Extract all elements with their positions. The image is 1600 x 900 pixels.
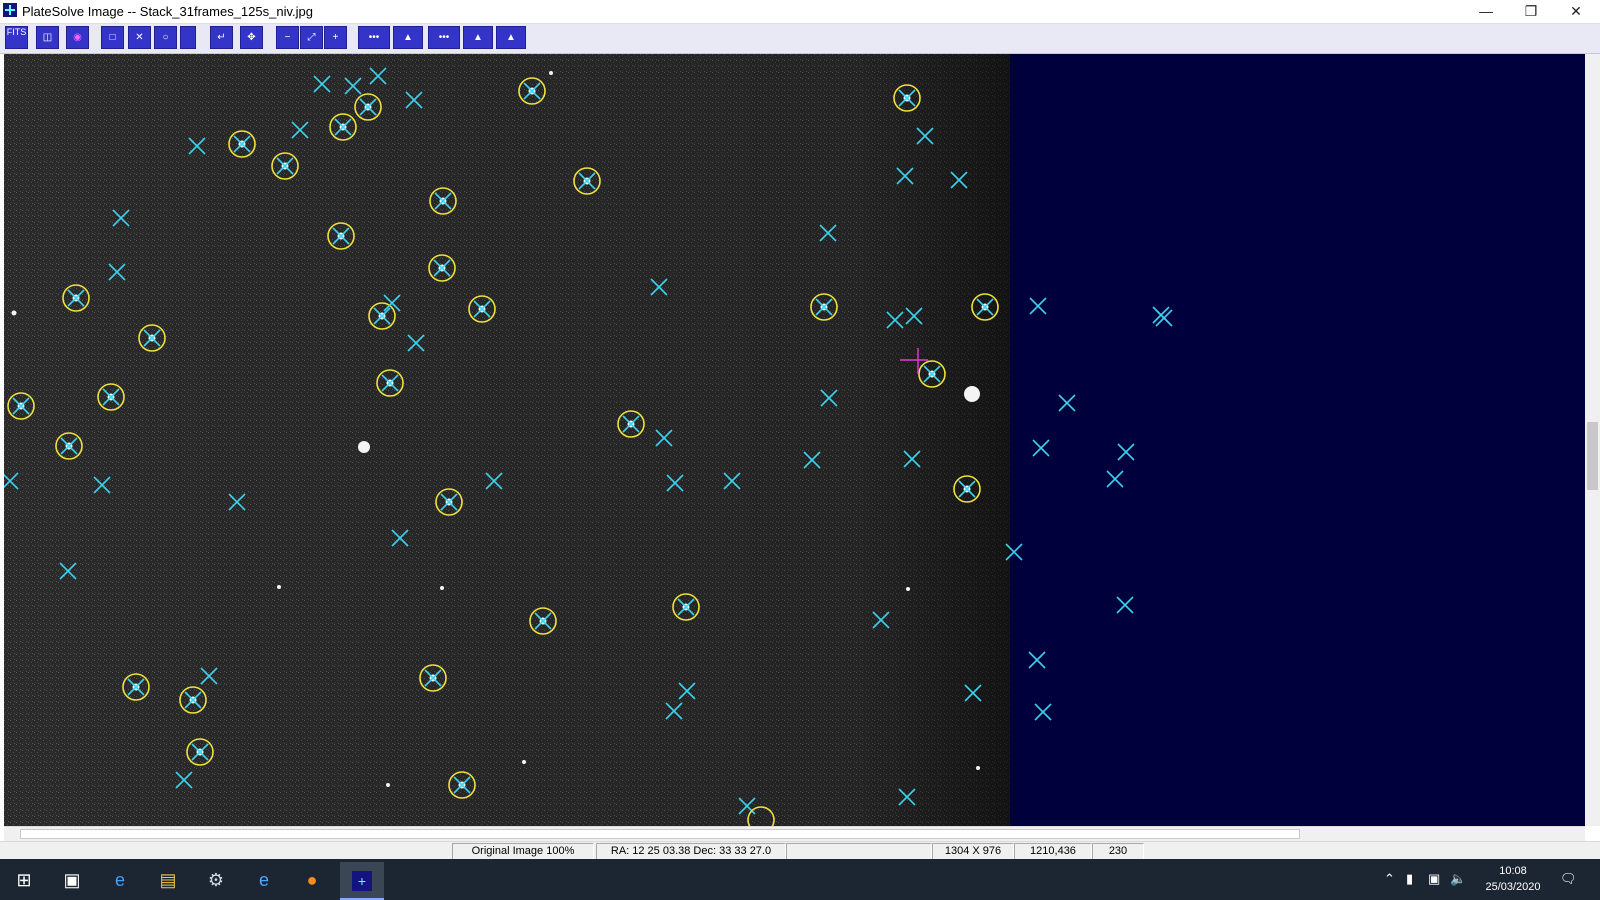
zoom-out-button[interactable]: −	[276, 26, 299, 49]
task-view-icon[interactable]: ▣	[50, 862, 94, 898]
circle-filled-button[interactable]: ◉	[66, 26, 89, 49]
status-blank	[786, 843, 932, 860]
star-dot	[440, 586, 444, 590]
window-title: PlateSolve Image -- Stack_31frames_125s_…	[22, 4, 313, 19]
clock-time: 10:08	[1499, 865, 1527, 877]
usb-icon[interactable]: ▮	[1406, 871, 1413, 887]
status-image-dims: 1304 X 976	[932, 843, 1014, 860]
marker-extra-button[interactable]	[180, 26, 196, 49]
pan-button[interactable]: ✥	[240, 26, 263, 49]
star-dot	[964, 386, 980, 402]
histogram-3-button[interactable]: ▲	[496, 26, 526, 49]
image-viewport[interactable]	[4, 54, 1585, 826]
flip-button[interactable]: ↵	[210, 26, 233, 49]
platesolve-icon[interactable]: +	[340, 862, 384, 900]
file-explorer-icon[interactable]: ▤	[146, 862, 190, 898]
network-icon[interactable]: ▣	[1428, 871, 1440, 887]
star-dot	[549, 71, 553, 75]
edge-icon[interactable]: e	[98, 862, 142, 898]
star-dot	[358, 441, 370, 453]
toolbar: FITS ◫ ◉ □ ✕ ○ ↵ ✥ − ⤢ + ••• ▲ ••• ▲ ▲	[0, 24, 1600, 54]
close-button[interactable]: ✕	[1553, 0, 1599, 23]
star-dot	[522, 760, 526, 764]
minimize-button[interactable]: —	[1463, 0, 1509, 23]
histogram-button[interactable]: ▲	[393, 26, 423, 49]
restore-button[interactable]: ❐	[1508, 0, 1554, 23]
star-dot	[906, 587, 910, 591]
notification-icon[interactable]: 🗨	[1560, 871, 1577, 887]
histogram-2-button[interactable]: ▲	[463, 26, 493, 49]
taskbar: ⊞ ▣ e ▤ ⚙ e ● + ⌃ ▮ ▣ 🔈 10:08 25/03/2020…	[0, 859, 1600, 900]
photo-vignette	[4, 54, 1010, 826]
fits-button[interactable]: FITS	[5, 26, 28, 49]
clock[interactable]: 10:08 25/03/2020	[1478, 863, 1548, 895]
fit-window-button[interactable]: ⤢	[300, 26, 323, 49]
star-profile-2-button[interactable]: •••	[428, 26, 460, 49]
horizontal-scrollbar[interactable]	[4, 826, 1585, 841]
star-dot	[386, 783, 390, 787]
vertical-scrollbar[interactable]	[1585, 54, 1600, 826]
split-view-button[interactable]: ◫	[36, 26, 59, 49]
star-dot	[976, 766, 980, 770]
ie-icon[interactable]: e	[242, 862, 286, 898]
cross-marker-button[interactable]: ✕	[128, 26, 151, 49]
star-profile-button[interactable]: •••	[358, 26, 390, 49]
status-coordinates: RA: 12 25 03.38 Dec: 33 33 27.0	[596, 843, 786, 860]
status-zoom: Original Image 100%	[452, 843, 594, 860]
chevron-up-icon[interactable]: ⌃	[1384, 871, 1395, 887]
status-pixel-value: 230	[1092, 843, 1144, 860]
firefox-icon[interactable]: ●	[290, 862, 334, 898]
status-cursor-pos: 1210,436	[1014, 843, 1092, 860]
fits-label: FITS	[6, 27, 27, 37]
control-panel-icon[interactable]: ⚙	[194, 862, 238, 898]
volume-icon[interactable]: 🔈	[1450, 871, 1466, 887]
vertical-scroll-thumb[interactable]	[1587, 422, 1598, 490]
title-bar: PlateSolve Image -- Stack_31frames_125s_…	[0, 0, 1600, 24]
circle-marker-button[interactable]: ○	[154, 26, 177, 49]
star-dot	[11, 310, 17, 316]
start-icon[interactable]: ⊞	[2, 862, 46, 898]
select-area-button[interactable]: □	[101, 26, 124, 49]
star-dot	[277, 585, 281, 589]
app-icon[interactable]	[3, 3, 17, 17]
status-bar: Original Image 100% RA: 12 25 03.38 Dec:…	[0, 841, 1600, 860]
zoom-in-button[interactable]: +	[324, 26, 347, 49]
star-field-image[interactable]	[4, 54, 1585, 826]
clock-date: 25/03/2020	[1485, 881, 1541, 893]
horizontal-scroll-thumb[interactable]	[20, 829, 1300, 839]
